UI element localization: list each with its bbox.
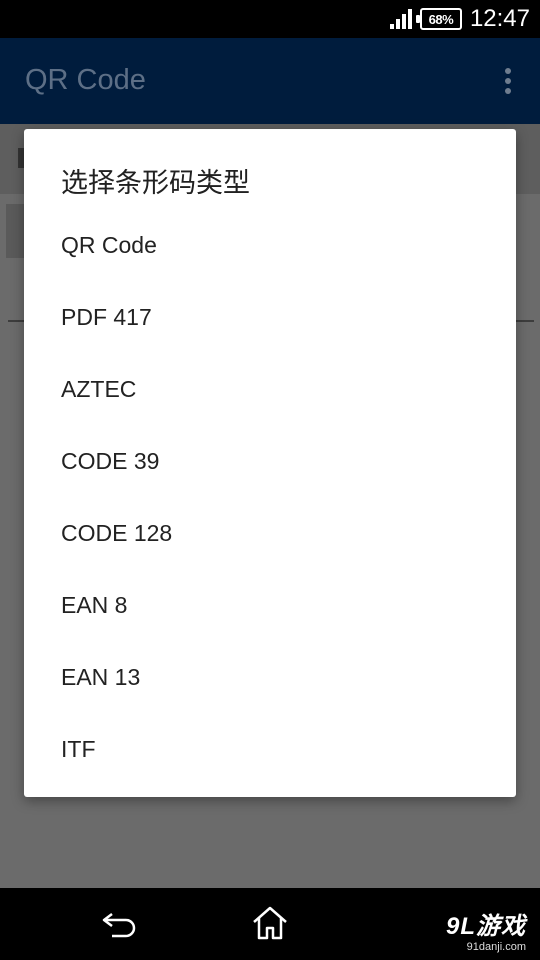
option-ean-13[interactable]: EAN 13: [24, 641, 516, 713]
dialog-title: 选择条形码类型: [61, 168, 250, 199]
option-qr-code[interactable]: QR Code: [24, 209, 516, 281]
overflow-menu-icon[interactable]: [504, 68, 512, 94]
home-icon[interactable]: [250, 904, 290, 942]
battery-level: 68%: [428, 11, 454, 27]
navigation-bar: 9L游戏 91danji.com: [0, 888, 540, 960]
status-icons: 68% 12:47: [389, 0, 530, 38]
status-bar: 68% 12:47: [0, 0, 540, 38]
divider: [8, 320, 24, 322]
option-list: QR Code PDF 417 AZTEC CODE 39 CODE 128 E…: [24, 209, 516, 785]
watermark-site: 91danji.com: [466, 941, 526, 953]
option-code-128[interactable]: CODE 128: [24, 497, 516, 569]
signal-icon: [389, 9, 412, 29]
watermark-logo-text: 9L游戏: [445, 913, 526, 940]
option-code-39[interactable]: CODE 39: [24, 425, 516, 497]
barcode-type-dialog: 选择条形码类型 QR Code PDF 417 AZTEC CODE 39 CO…: [24, 129, 516, 797]
option-pdf-417[interactable]: PDF 417: [24, 281, 516, 353]
option-itf[interactable]: ITF: [24, 713, 516, 785]
app-bar: QR Code: [0, 38, 540, 124]
battery-icon: 68%: [415, 8, 462, 30]
option-aztec[interactable]: AZTEC: [24, 353, 516, 425]
watermark-logo: 9L游戏 91danji.com: [446, 906, 526, 953]
back-icon[interactable]: [100, 908, 140, 940]
background-input: [6, 204, 26, 258]
divider: [514, 320, 534, 322]
app-title: QR Code: [25, 64, 146, 96]
option-ean-8[interactable]: EAN 8: [24, 569, 516, 641]
clock: 12:47: [469, 5, 530, 32]
